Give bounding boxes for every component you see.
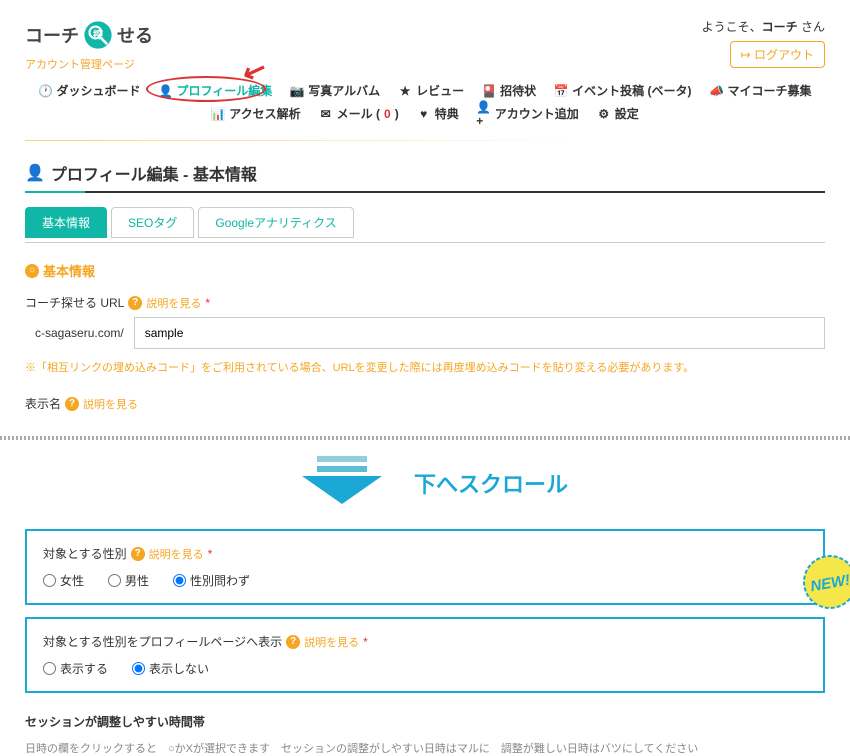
required-mark: * [363,635,368,649]
help-icon[interactable]: ? [131,547,145,561]
main-nav: 🕐ダッシュボード ↙ 👤プロフィール編集 📷写真アルバム ★レビュー 🎴招待状 … [25,72,825,132]
star-icon: ★ [398,84,412,98]
required-mark: * [205,296,210,310]
user-edit-icon: 👤 [25,163,45,183]
help-link-url[interactable]: 説明を見る [146,295,201,311]
help-icon[interactable]: ? [286,635,300,649]
url-field-label: コーチ探せる URL ? 説明を見る * [25,294,825,311]
svg-text:探: 探 [93,28,104,41]
section-basic-heading: ○ 基本情報 [25,261,825,280]
logo-text-right: せる [117,22,153,48]
radio-hide[interactable]: 表示しない [132,660,209,677]
help-icon[interactable]: ? [128,296,142,310]
chart-icon: 📊 [211,107,225,121]
radio-male[interactable]: 男性 [108,572,149,589]
scroll-text: 下へスクロール [414,467,568,499]
nav-dashboard[interactable]: 🕐ダッシュボード [38,82,140,99]
help-icon[interactable]: ? [65,397,79,411]
logout-button[interactable]: ↦ ログアウト [730,41,825,68]
mail-icon: ✉ [319,107,333,121]
camera-icon: 📷 [290,84,304,98]
session-note: 日時の欄をクリックすると ○かXが選択できます セッションの調整がしやすい日時は… [25,740,825,756]
url-prefix: c-sagaseru.com/ [25,318,134,348]
nav-photo-album[interactable]: 📷写真アルバム [290,82,380,99]
logo-area: コーチ 探 せる アカウント管理ページ [25,18,153,72]
card-icon: 🎴 [482,84,496,98]
welcome-text: ようこそ、コーチ さん [702,20,825,34]
page-title: 👤 プロフィール編集 - 基本情報 [25,161,825,193]
logo-text-left: コーチ [25,22,79,48]
user-plus-icon: 👤+ [477,107,491,121]
nav-add-account[interactable]: 👤+アカウント追加 [477,105,579,122]
header-divider [25,140,825,141]
help-link-gender-display[interactable]: 説明を見る [304,634,359,650]
radio-any[interactable]: 性別問わず [173,572,250,589]
user-edit-icon: 👤 [158,84,172,98]
tab-seo[interactable]: SEOタグ [111,207,194,238]
gender-label: 対象とする性別 [43,545,127,562]
nav-my-coach[interactable]: 📣マイコーチ募集 [710,82,812,99]
gender-display-label: 対象とする性別をプロフィールページへ表示 [43,633,282,650]
nav-profile-edit[interactable]: ↙ 👤プロフィール編集 [158,82,272,99]
gender-target-box: 対象とする性別 ? 説明を見る * 女性 男性 性別問わず [25,529,825,605]
nav-mail[interactable]: ✉メール (0) [319,105,399,122]
gender-display-box: 対象とする性別をプロフィールページへ表示 ? 説明を見る * 表示する 表示しな… [25,617,825,693]
gear-icon: ⚙ [597,107,611,121]
info-icon: ○ [25,264,39,278]
radio-show[interactable]: 表示する [43,660,108,677]
tab-bar: 基本情報 SEOタグ Googleアナリティクス [25,207,825,238]
tab-underline [25,242,825,243]
help-link-display-name[interactable]: 説明を見る [83,396,138,412]
new-badge-icon: NEW! [802,554,850,610]
nav-event-post[interactable]: 📅イベント投稿 (ベータ) [554,82,691,99]
help-link-gender[interactable]: 説明を見る [149,546,204,562]
logo-search-icon: 探 [81,18,115,52]
nav-review[interactable]: ★レビュー [398,82,464,99]
nav-access[interactable]: 📊アクセス解析 [211,105,300,122]
display-name-label: 表示名 ? 説明を見る [25,395,825,412]
dashboard-icon: 🕐 [38,84,52,98]
nav-settings[interactable]: ⚙設定 [597,105,639,122]
session-time-label: セッションが調整しやすい時間帯 [25,713,825,730]
tab-basic[interactable]: 基本情報 [25,207,107,238]
megaphone-icon: 📣 [710,84,724,98]
url-note: ※「相互リンクの埋め込みコード」をご利用されている場合、URLを変更した際には再… [25,359,825,375]
heart-icon: ♥ [417,107,431,121]
nav-benefit[interactable]: ♥特典 [417,105,459,122]
logo-subtitle: アカウント管理ページ [25,56,153,72]
nav-invitation[interactable]: 🎴招待状 [482,82,536,99]
required-mark: * [208,547,213,561]
url-input[interactable] [134,317,825,349]
calendar-icon: 📅 [554,84,568,98]
tab-google-analytics[interactable]: Googleアナリティクス [198,207,353,238]
scroll-indicator: 下へスクロール [0,456,850,509]
arrow-down-icon [282,456,402,509]
radio-female[interactable]: 女性 [43,572,84,589]
